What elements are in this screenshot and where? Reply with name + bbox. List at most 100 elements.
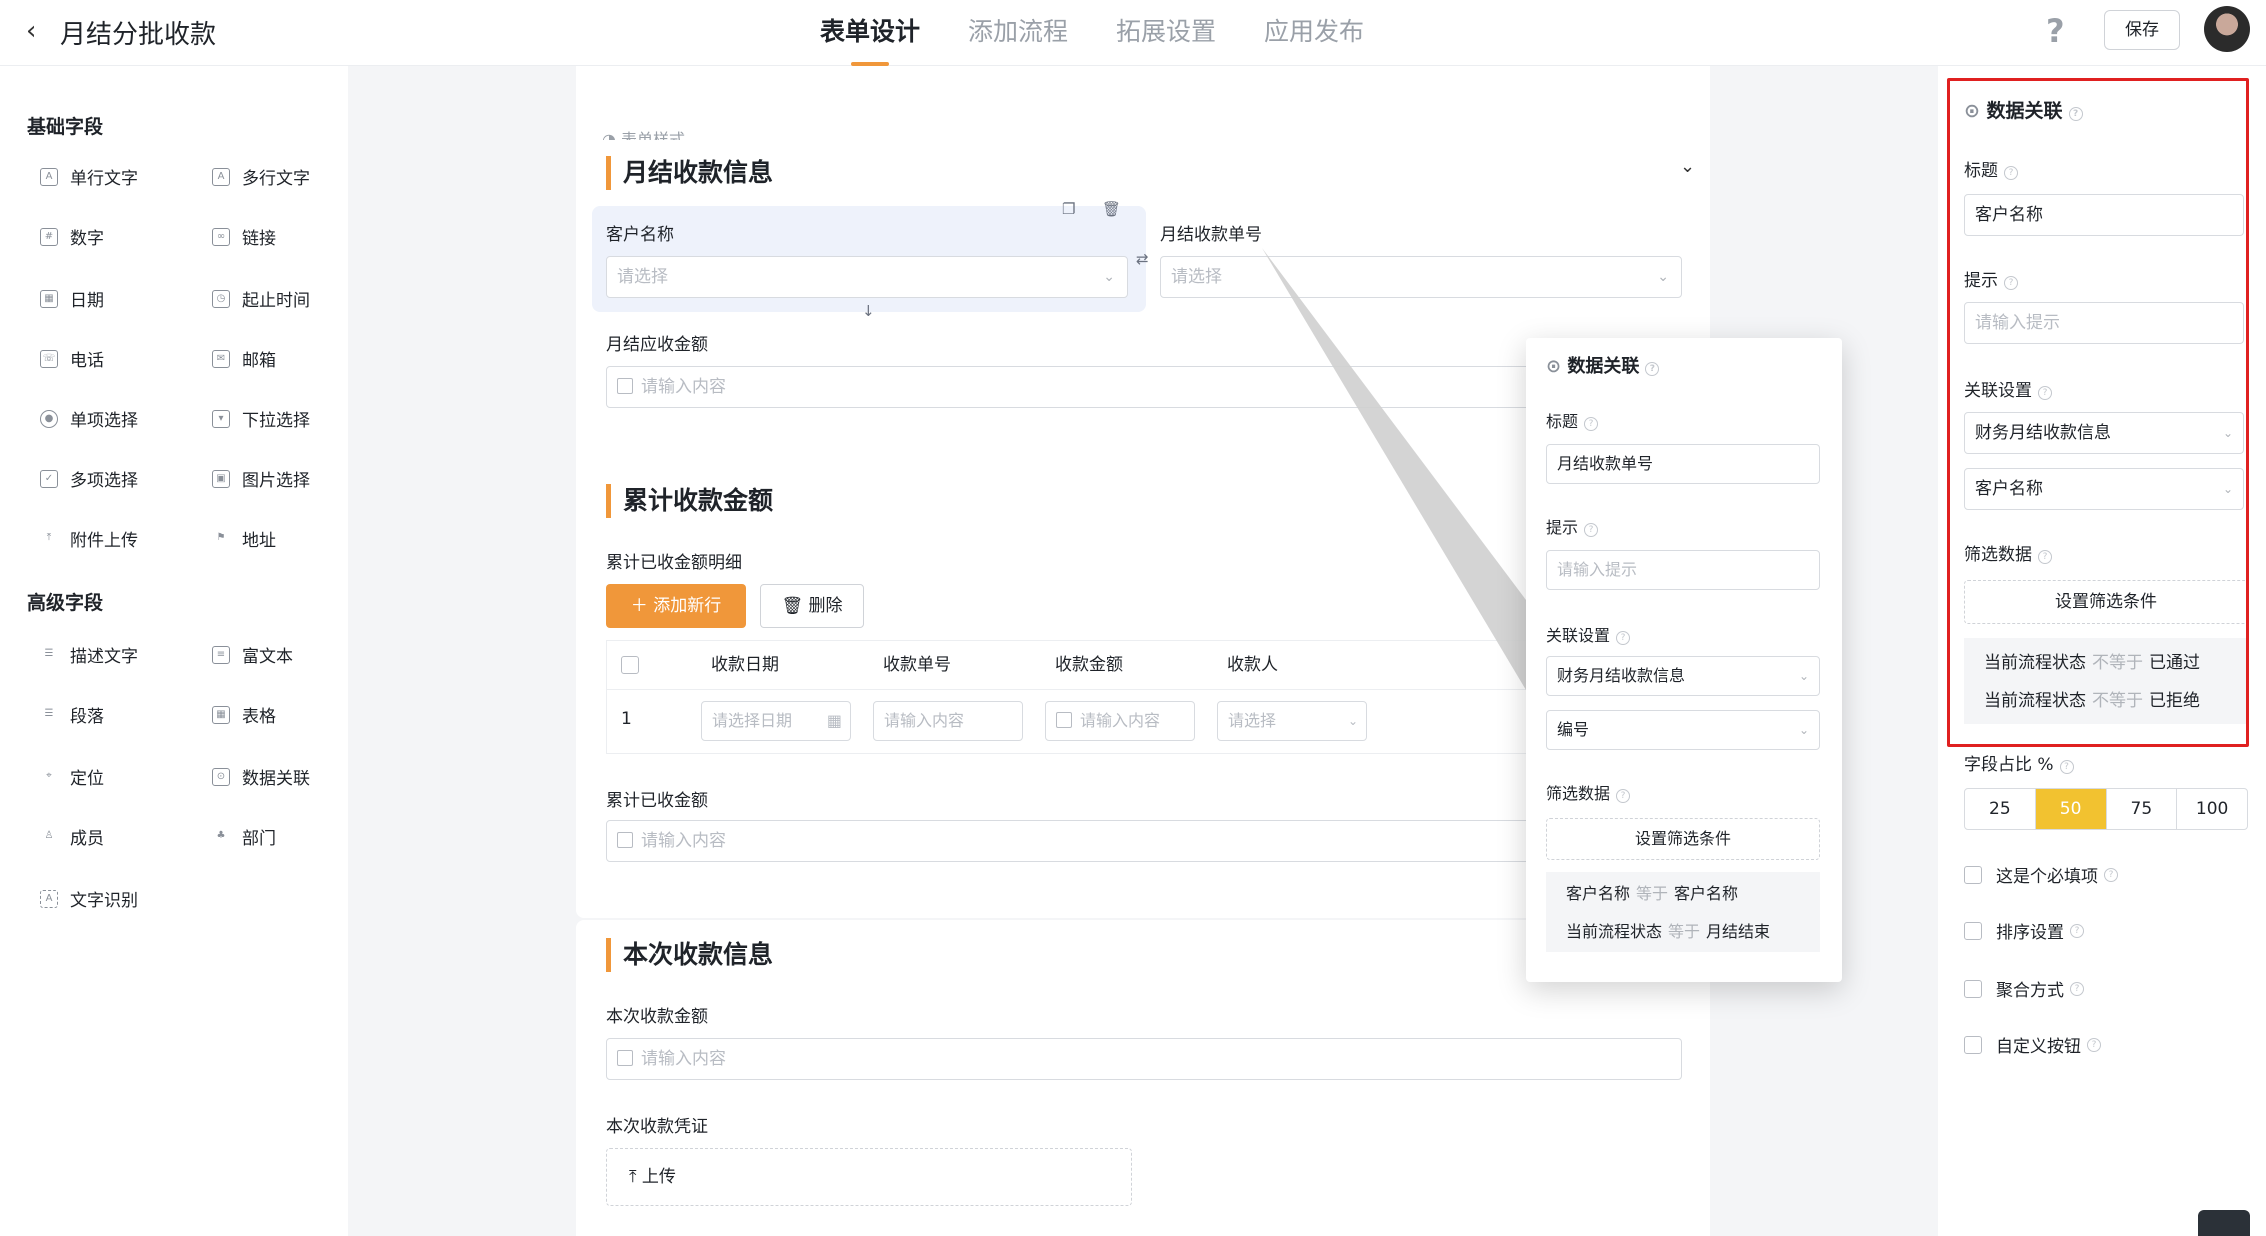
assoc-field-select[interactable]: 客户名称 ⌄ [1964, 468, 2244, 510]
field-data-association[interactable]: ⊙ 数据关联 [212, 764, 310, 789]
tab-extend-settings[interactable]: 拓展设置 [1116, 12, 1216, 66]
set-filter-button[interactable]: 设置筛选条件 [1964, 580, 2248, 624]
filter-condition: 当前流程状态 等于 月结结束 [1566, 922, 1771, 941]
paragraph-icon: ☰ [44, 707, 54, 719]
mail-icon: ✉ [212, 349, 230, 368]
popover-filter-list: 客户名称 等于 客户名称 当前流程状态 等于 月结结束 [1546, 872, 1820, 952]
ratio-option-75[interactable]: 75 [2107, 789, 2178, 829]
popover-title-input[interactable]: 月结收款单号 [1546, 444, 1820, 484]
field-rich-text[interactable]: ≡ 富文本 [212, 642, 293, 667]
ratio-option-100[interactable]: 100 [2177, 789, 2247, 829]
tab-add-process[interactable]: 添加流程 [968, 12, 1068, 66]
number-icon [617, 832, 633, 848]
data-link-icon: ⊙ [212, 767, 230, 786]
customer-name-select[interactable]: 请选择 ⌄ [606, 256, 1128, 298]
popover-assoc-field-select[interactable]: 编号 ⌄ [1546, 710, 1820, 750]
field-multi-text[interactable]: A 多行文字 [212, 164, 310, 189]
trash-icon: 🗑 [781, 596, 809, 616]
field-attachment[interactable]: ⤒ 附件上传 [40, 526, 138, 551]
sort-option[interactable]: 排序设置? [1964, 918, 2084, 943]
monthly-amount-label: 月结应收金额 [606, 335, 708, 355]
field-date-range[interactable]: ◷ 起止时间 [212, 286, 310, 311]
data-link-icon: ⊙ [1964, 100, 1987, 122]
top-bar: ‹ 月结分批收款 表单设计 添加流程 拓展设置 应用发布 ? 保存 [0, 0, 2266, 66]
field-phone[interactable]: ☏ 电话 [40, 346, 104, 371]
tab-app-publish[interactable]: 应用发布 [1264, 12, 1364, 66]
title-input[interactable]: 客户名称 [1964, 194, 2244, 236]
collapse-chevron-icon[interactable]: ⌄ [1680, 156, 1695, 177]
payee-cell-select[interactable]: 请选择 ⌄ [1217, 701, 1367, 741]
tab-bar: 表单设计 添加流程 拓展设置 应用发布 [820, 12, 1364, 66]
field-single-text[interactable]: A 单行文字 [40, 164, 138, 189]
field-email[interactable]: ✉ 邮箱 [212, 346, 276, 371]
field-department[interactable]: ♣ 部门 [212, 824, 276, 849]
copy-icon[interactable]: ❐ [1062, 200, 1075, 218]
current-amount-label: 本次收款金额 [606, 1007, 708, 1027]
voucher-label: 本次收款凭证 [606, 1117, 708, 1137]
delete-row-button[interactable]: 🗑 删除 [760, 584, 864, 628]
help-circle-icon: ? [2038, 386, 2052, 400]
field-link[interactable]: ∞ 链接 [212, 224, 276, 249]
chevron-down-icon: ⌄ [2222, 482, 2233, 496]
rich-text-icon: ≡ [212, 645, 230, 664]
save-button[interactable]: 保存 [2104, 10, 2180, 50]
upload-icon: ⤒ [629, 1167, 642, 1187]
hint-input[interactable]: 请输入提示 [1964, 302, 2244, 344]
ratio-option-25[interactable]: 25 [1965, 789, 2036, 829]
help-icon[interactable]: ? [2046, 12, 2065, 50]
field-location[interactable]: ⌖ 定位 [40, 764, 104, 789]
monthly-amount-input[interactable]: 请输入内容 [606, 366, 1682, 408]
avatar[interactable] [2204, 6, 2250, 52]
move-down-icon[interactable]: ↓ [862, 302, 875, 320]
custom-button-option[interactable]: 自定义按钮? [1964, 1032, 2101, 1057]
popover-assoc-form-select[interactable]: 财务月结收款信息 ⌄ [1546, 656, 1820, 696]
phone-icon: ☏ [40, 349, 58, 368]
tab-form-design[interactable]: 表单设计 [820, 12, 920, 66]
chevron-down-icon: ⌄ [1347, 714, 1358, 728]
signpost-icon: ⚑ [216, 531, 226, 543]
upload-button[interactable]: ⤒ 上传 [606, 1148, 1132, 1206]
help-circle-icon: ? [2038, 550, 2052, 564]
amount-cell-input[interactable]: 请输入内容 [1045, 701, 1195, 741]
field-date[interactable]: ▦ 日期 [40, 286, 104, 311]
select-all-checkbox[interactable] [621, 656, 639, 674]
date-cell-input[interactable]: 请选择日期 ▦ [701, 701, 851, 741]
field-table[interactable]: ▦ 表格 [212, 702, 276, 727]
custom-button-checkbox[interactable] [1964, 1035, 1982, 1054]
required-option[interactable]: 这是个必填项? [1964, 862, 2118, 887]
detail-label: 累计已收金额明细 [606, 553, 742, 573]
aggregate-checkbox[interactable] [1964, 979, 1982, 998]
sort-checkbox[interactable] [1964, 921, 1982, 940]
number-icon [617, 378, 633, 394]
field-member[interactable]: ♙ 成员 [40, 824, 104, 849]
field-checkbox[interactable]: ✓ 多项选择 [40, 466, 138, 491]
floating-action-button[interactable] [2198, 1210, 2250, 1236]
aggregate-option[interactable]: 聚合方式? [1964, 976, 2084, 1001]
popover-hint-input[interactable]: 请输入提示 [1546, 550, 1820, 590]
field-description[interactable]: ☰ 描述文字 [40, 642, 138, 667]
back-arrow-icon[interactable]: ‹ [26, 16, 56, 46]
add-row-button[interactable]: ＋ 添加新行 [606, 584, 746, 628]
help-circle-icon: ? [1584, 523, 1599, 537]
trash-icon[interactable]: 🗑 [1102, 200, 1121, 218]
section-title: 本次收款信息 [606, 938, 773, 972]
required-checkbox[interactable] [1964, 865, 1982, 884]
number-cell-input[interactable]: 请输入内容 [873, 701, 1023, 741]
field-dropdown[interactable]: ▾ 下拉选择 [212, 406, 310, 431]
current-amount-input[interactable]: 请输入内容 [606, 1038, 1682, 1080]
field-paragraph[interactable]: ☰ 段落 [40, 702, 104, 727]
filter-condition: 客户名称 等于 客户名称 [1566, 884, 1739, 903]
field-address[interactable]: ⚑ 地址 [212, 526, 276, 551]
popover-set-filter-button[interactable]: 设置筛选条件 [1546, 818, 1820, 860]
ratio-option-50[interactable]: 50 [2035, 789, 2107, 829]
swap-icon[interactable]: ⇄ [1136, 250, 1149, 268]
assoc-form-select[interactable]: 财务月结收款信息 ⌄ [1964, 412, 2244, 454]
field-number[interactable]: # 数字 [40, 224, 104, 249]
chevron-down-icon: ⌄ [1103, 269, 1115, 285]
total-input[interactable]: 请输入内容 [606, 820, 1682, 862]
field-ocr[interactable]: A 文字识别 [40, 886, 138, 911]
popover-assoc-label: 关联设置? [1546, 622, 1631, 646]
field-image-select[interactable]: ▣ 图片选择 [212, 466, 310, 491]
monthly-number-select[interactable]: 请选择 ⌄ [1160, 256, 1682, 298]
field-radio[interactable]: ● 单项选择 [40, 406, 138, 431]
